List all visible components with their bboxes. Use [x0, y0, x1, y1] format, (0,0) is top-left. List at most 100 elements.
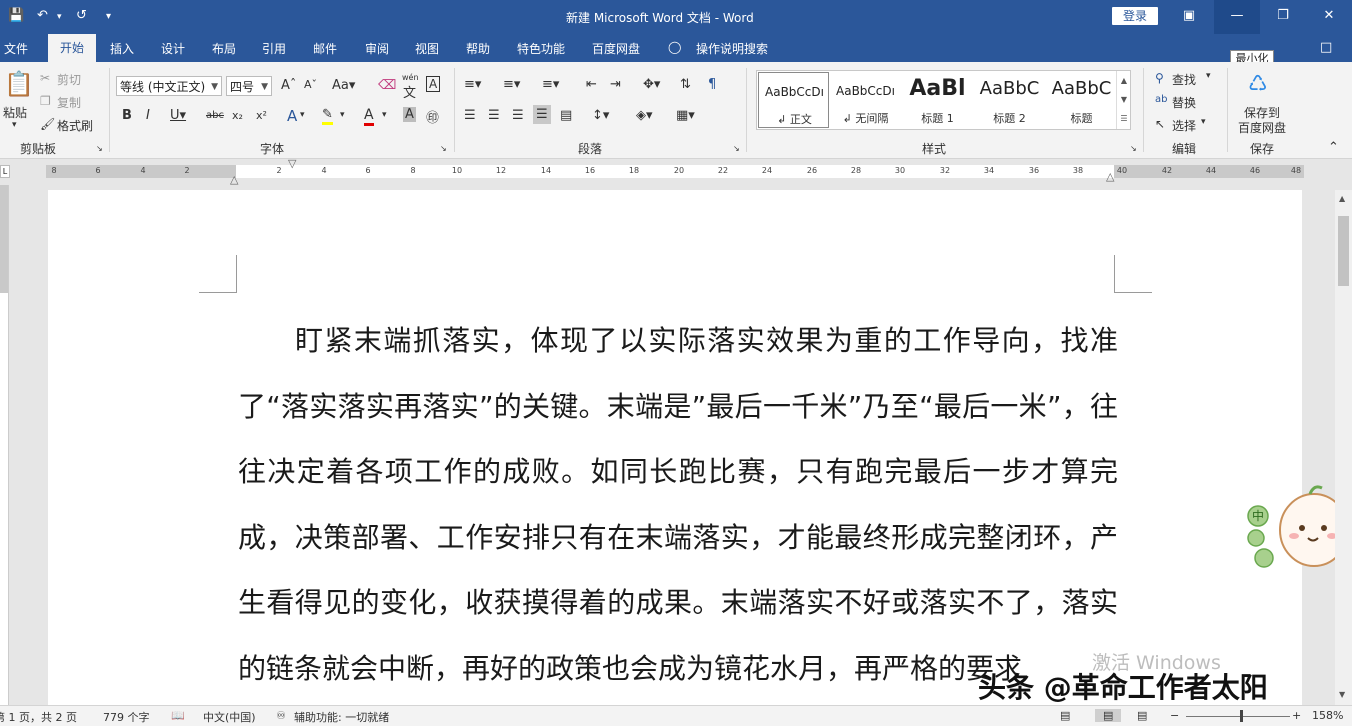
lightbulb-icon[interactable]: ◯: [668, 40, 681, 54]
document-paragraph[interactable]: 盯紧末端抓落实，体现了以实际落实效果为重的工作导向，找准了“落实落实再落实”的关…: [238, 308, 1118, 701]
line-spacing-icon[interactable]: ↕▾: [592, 108, 609, 123]
justify-icon[interactable]: ☰: [533, 105, 551, 124]
phonetic-guide-icon[interactable]: 文: [403, 82, 416, 101]
zoom-level[interactable]: 158%: [1312, 709, 1343, 722]
replace-button[interactable]: 替换: [1172, 94, 1196, 111]
strikethrough-icon[interactable]: abc: [206, 110, 224, 121]
chevron-down-icon[interactable]: ▾: [1206, 71, 1211, 81]
clear-formatting-icon[interactable]: ⌫: [378, 78, 396, 93]
minimize-button[interactable]: —: [1214, 0, 1260, 34]
shading-icon[interactable]: ◈▾: [636, 108, 653, 123]
font-name-combo[interactable]: 等线 (中文正文) ▼: [116, 76, 222, 96]
chevron-down-icon[interactable]: ▾: [300, 110, 305, 120]
find-button[interactable]: 查找: [1172, 71, 1196, 88]
vertical-scrollbar[interactable]: ▲ ▼: [1335, 190, 1352, 705]
undo-dropdown-icon[interactable]: ▾: [57, 12, 62, 22]
clipboard-launcher-icon[interactable]: ↘: [96, 144, 103, 153]
highlight-icon[interactable]: ✎: [322, 107, 333, 125]
print-layout-icon[interactable]: ▤: [1095, 709, 1122, 722]
ribbon-display-options-icon[interactable]: ▣: [1166, 0, 1212, 34]
show-marks-icon[interactable]: ¶: [708, 77, 716, 92]
customize-toolbar-icon[interactable]: ▾: [106, 11, 111, 22]
italic-icon[interactable]: I: [146, 108, 150, 123]
left-indent-marker[interactable]: △: [230, 173, 238, 186]
multilevel-list-icon[interactable]: ≡▾: [542, 77, 559, 92]
document-body[interactable]: 盯紧末端抓落实，体现了以实际落实效果为重的工作导向，找准了“落实落实再落实”的关…: [238, 308, 1118, 701]
change-case-icon[interactable]: Aa▾: [332, 78, 355, 93]
styles-launcher-icon[interactable]: ↘: [1130, 144, 1137, 153]
comments-icon[interactable]: □: [1320, 40, 1332, 55]
grow-font-icon[interactable]: Aˆ: [281, 78, 296, 93]
tell-me-search[interactable]: 操作说明搜索: [696, 40, 768, 57]
tab-view[interactable]: 视图: [415, 40, 439, 57]
style-title[interactable]: AaBbC 标题: [1046, 72, 1117, 128]
word-count[interactable]: 779 个字: [103, 709, 150, 725]
redo-icon[interactable]: ↺: [76, 8, 87, 23]
page-count[interactable]: 第 1 页，共 2 页: [0, 709, 77, 725]
read-mode-icon[interactable]: ▤: [1060, 709, 1070, 722]
document-page[interactable]: 盯紧末端抓落实，体现了以实际落实效果为重的工作导向，找准了“落实落实再落实”的关…: [48, 190, 1302, 705]
font-color-icon[interactable]: A: [364, 107, 374, 126]
enclose-characters-icon[interactable]: ㊞: [426, 107, 439, 126]
distributed-icon[interactable]: ▤: [560, 108, 572, 123]
increase-indent-icon[interactable]: ⇥: [610, 77, 621, 92]
format-painter-button[interactable]: 格式刷: [57, 117, 93, 134]
tab-layout[interactable]: 布局: [212, 40, 236, 57]
bullets-icon[interactable]: ≡▾: [464, 77, 481, 92]
decrease-indent-icon[interactable]: ⇤: [586, 77, 597, 92]
shrink-font-icon[interactable]: Aˇ: [304, 78, 317, 91]
superscript-icon[interactable]: x²: [256, 109, 267, 122]
style-heading-1[interactable]: AaBl 标题 1: [902, 72, 973, 128]
chinese-layout-icon[interactable]: ✥▾: [643, 77, 660, 92]
paragraph-launcher-icon[interactable]: ↘: [733, 144, 740, 153]
scroll-thumb[interactable]: [1338, 216, 1349, 286]
collapse-ribbon-icon[interactable]: ⌃: [1328, 140, 1339, 155]
tab-insert[interactable]: 插入: [110, 40, 134, 57]
borders-icon[interactable]: ▦▾: [676, 108, 695, 123]
align-left-icon[interactable]: ☰: [464, 108, 476, 123]
align-center-icon[interactable]: ☰: [488, 108, 500, 123]
font-size-combo[interactable]: 四号 ▼: [226, 76, 272, 96]
tab-mailings[interactable]: 邮件: [313, 40, 337, 57]
login-button[interactable]: 登录: [1112, 7, 1158, 25]
paste-dropdown-icon[interactable]: ▾: [12, 120, 17, 130]
align-right-icon[interactable]: ☰: [512, 108, 524, 123]
scroll-down-icon[interactable]: ▼: [1339, 690, 1345, 699]
undo-icon[interactable]: ↶: [37, 8, 48, 23]
chevron-down-icon[interactable]: ▾: [340, 110, 345, 120]
tab-home[interactable]: 开始: [48, 34, 96, 62]
tab-file[interactable]: 文件: [4, 40, 28, 57]
zoom-in-icon[interactable]: +: [1292, 709, 1301, 722]
chevron-down-icon[interactable]: ▾: [1201, 117, 1206, 127]
tab-selector-icon[interactable]: L: [0, 165, 10, 178]
tab-features[interactable]: 特色功能: [517, 40, 565, 57]
paste-icon[interactable]: 📋: [4, 70, 34, 98]
language[interactable]: 中文(中国): [203, 709, 256, 725]
styles-scroll[interactable]: ▲ ▼ ☰: [1116, 71, 1131, 129]
save-icon[interactable]: 💾: [8, 8, 24, 23]
select-button[interactable]: 选择: [1172, 117, 1196, 134]
style-heading-2[interactable]: AaBbC 标题 2: [974, 72, 1045, 128]
tab-review[interactable]: 审阅: [365, 40, 389, 57]
paste-button[interactable]: 粘贴: [3, 104, 27, 121]
text-effects-icon[interactable]: A: [287, 107, 297, 125]
zoom-slider[interactable]: [1186, 716, 1290, 717]
underline-icon[interactable]: U▾: [170, 108, 186, 123]
tab-references[interactable]: 引用: [262, 40, 286, 57]
cut-button[interactable]: 剪切: [57, 71, 81, 88]
subscript-icon[interactable]: x₂: [232, 109, 243, 122]
style-no-spacing[interactable]: AaBbCcDı ↲ 无间隔: [830, 72, 901, 128]
tab-help[interactable]: 帮助: [466, 40, 490, 57]
style-normal[interactable]: AaBbCcDı ↲ 正文: [758, 72, 829, 128]
baidu-netdisk-label[interactable]: 百度网盘: [1238, 119, 1286, 136]
bold-icon[interactable]: B: [122, 108, 132, 123]
zoom-out-icon[interactable]: −: [1170, 709, 1179, 722]
zoom-slider-thumb[interactable]: [1240, 710, 1243, 722]
vertical-ruler[interactable]: [0, 185, 9, 705]
maximize-button[interactable]: ❐: [1260, 0, 1306, 34]
font-launcher-icon[interactable]: ↘: [440, 144, 447, 153]
web-layout-icon[interactable]: ▤: [1137, 709, 1147, 722]
character-shading-icon[interactable]: A: [403, 107, 416, 122]
scroll-up-icon[interactable]: ▲: [1339, 194, 1345, 203]
right-indent-marker[interactable]: △: [1106, 170, 1114, 183]
